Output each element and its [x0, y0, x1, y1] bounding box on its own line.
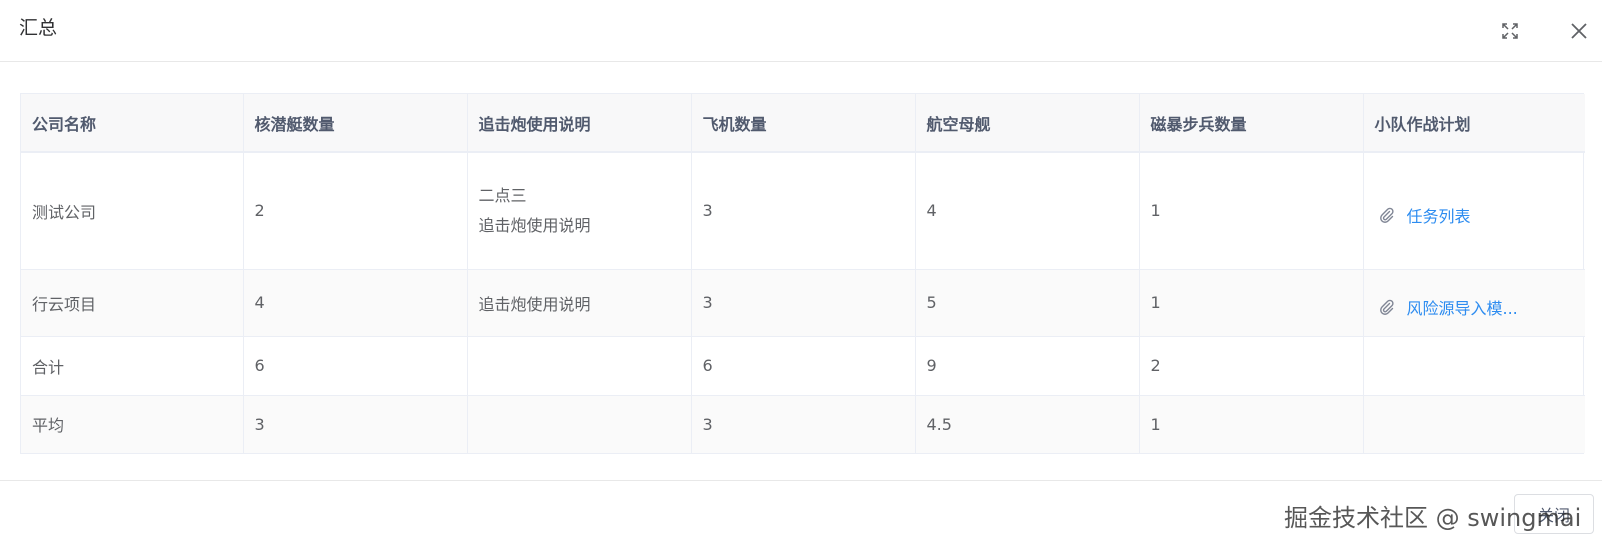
summary-row: 合计 6 6 9 2: [21, 336, 1585, 396]
mortar-cell: 追击炮使用说明: [467, 269, 692, 337]
planes-cell: 6: [691, 336, 916, 396]
dialog-footer: 关闭: [0, 480, 1602, 549]
planes-cell: 3: [691, 152, 916, 270]
submarines-cell: 6: [243, 336, 468, 396]
close-icon: [1571, 23, 1587, 39]
plan-cell: 风险源导入模...: [1363, 269, 1585, 337]
summary-label: 合计: [21, 336, 244, 396]
paperclip-icon: [1379, 299, 1395, 315]
average-row: 平均 3 3 4.5 1: [21, 395, 1585, 453]
carriers-cell: 4: [915, 152, 1140, 270]
tesla-cell: 1: [1139, 395, 1364, 453]
mortar-line: 追击炮使用说明: [478, 215, 591, 235]
planes-cell: 3: [691, 269, 916, 337]
carriers-cell: 5: [915, 269, 1140, 337]
submarines-cell: 2: [243, 152, 468, 270]
tesla-cell: 1: [1139, 269, 1364, 337]
close-dialog-button[interactable]: 关闭: [1514, 494, 1594, 534]
paperclip-icon: [1379, 207, 1395, 223]
plan-cell: 任务列表: [1363, 152, 1585, 270]
summary-table: 公司名称 核潜艇数量 追击炮使用说明 飞机数量 航空母舰 磁暴步兵数量 小队作战…: [20, 93, 1585, 454]
company-cell: 测试公司: [21, 152, 244, 270]
attachment-link[interactable]: 任务列表: [1375, 203, 1471, 227]
submarines-cell: 3: [243, 395, 468, 453]
carriers-cell: 4.5: [915, 395, 1140, 453]
mortar-cell: [467, 395, 692, 453]
tesla-cell: 1: [1139, 152, 1364, 270]
column-header[interactable]: 小队作战计划: [1363, 94, 1585, 153]
company-cell: 行云项目: [21, 269, 244, 337]
planes-cell: 3: [691, 395, 916, 453]
mortar-cell: [467, 336, 692, 396]
fullscreen-icon: [1502, 23, 1518, 39]
plan-cell: [1363, 395, 1585, 453]
plan-cell: [1363, 336, 1585, 396]
mortar-line: 二点三: [478, 185, 527, 205]
close-button[interactable]: [1566, 18, 1592, 44]
summary-dialog: 汇总 公司名称 核潜艇数量 追击炮使用说明 飞机数量 航空母舰 磁暴步兵数量 小…: [0, 0, 1602, 549]
attachment-link[interactable]: 风险源导入模...: [1375, 295, 1518, 319]
column-header[interactable]: 磁暴步兵数量: [1139, 94, 1364, 153]
column-header[interactable]: 飞机数量: [691, 94, 916, 153]
dialog-title: 汇总: [19, 17, 58, 39]
average-label: 平均: [21, 395, 244, 453]
submarines-cell: 4: [243, 269, 468, 337]
mortar-cell: 二点三 追击炮使用说明: [467, 152, 692, 270]
table-header-row: 公司名称 核潜艇数量 追击炮使用说明 飞机数量 航空母舰 磁暴步兵数量 小队作战…: [21, 94, 1585, 153]
dialog-header: 汇总: [0, 0, 1602, 62]
fullscreen-button[interactable]: [1497, 18, 1523, 44]
column-header[interactable]: 航空母舰: [915, 94, 1140, 153]
table-row: 测试公司 2 二点三 追击炮使用说明 3 4 1 任务列表: [21, 152, 1585, 270]
column-header[interactable]: 公司名称: [21, 94, 244, 153]
tesla-cell: 2: [1139, 336, 1364, 396]
carriers-cell: 9: [915, 336, 1140, 396]
column-header[interactable]: 核潜艇数量: [243, 94, 468, 153]
table-row: 行云项目 4 追击炮使用说明 3 5 1 风险源导入模...: [21, 269, 1585, 337]
column-header[interactable]: 追击炮使用说明: [467, 94, 692, 153]
